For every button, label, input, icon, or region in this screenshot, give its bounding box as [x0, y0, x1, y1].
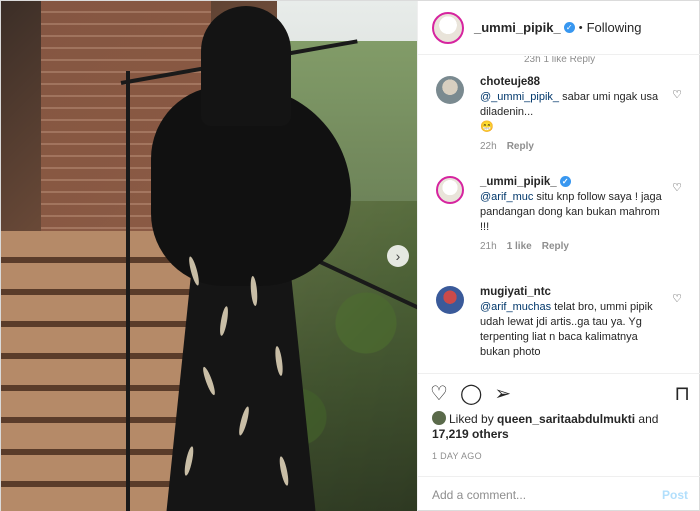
heart-icon[interactable]: ♡ [672, 88, 682, 101]
post-date[interactable]: 1 DAY AGO [432, 451, 482, 461]
post-button[interactable]: Post [662, 488, 688, 502]
separator: • [578, 21, 583, 34]
heart-icon[interactable]: ♡ [430, 381, 448, 406]
avatar[interactable] [436, 176, 464, 204]
follow-status-button[interactable]: Following [587, 20, 642, 35]
comments-list: 23h 1 like Reply choteuje88 @_ummi_pipik… [418, 56, 700, 371]
bookmark-icon[interactable]: ⊓ [674, 381, 690, 406]
action-bar: ♡ ◯ ➢ ⊓ [418, 373, 700, 413]
likes-prefix: Liked by [449, 412, 498, 426]
author-username[interactable]: _ummi_pipik_ [474, 20, 561, 35]
comment-icon[interactable]: ◯ [460, 381, 482, 406]
comment-item: mugiyati_ntc @arif_muchas telat bro, umm… [436, 286, 670, 360]
verified-badge-icon: ✓ [559, 176, 571, 187]
comment-item: _ummi_pipik_ ✓ @arif_muc situ knp follow … [436, 176, 670, 252]
instagram-post: › _ummi_pipik_ ✓ • Following 23h 1 like … [0, 0, 700, 511]
post-header: _ummi_pipik_ ✓ • Following [418, 1, 700, 55]
comment-time[interactable]: 21h [480, 241, 497, 252]
comment-username[interactable]: choteuje88 [480, 76, 670, 88]
likes-count[interactable]: 17,219 others [432, 427, 509, 441]
comment-text: @_ummi_pipik_ sabar umi ngak usa diladen… [480, 90, 670, 135]
comment-item: choteuje88 @_ummi_pipik_ sabar umi ngak … [436, 76, 670, 152]
chevron-right-icon[interactable]: › [387, 245, 409, 267]
comment-meta: 21h 1 like Reply [480, 241, 670, 252]
comment-likes[interactable]: 1 like [507, 241, 532, 252]
person-figure [151, 6, 351, 511]
avatar[interactable] [432, 11, 464, 44]
comment-meta: 22h Reply [480, 141, 670, 152]
heart-icon[interactable]: ♡ [672, 292, 682, 305]
likes-and: and [635, 412, 659, 426]
comment-username[interactable]: _ummi_pipik_ ✓ [480, 176, 670, 188]
emoji: 😁 [480, 121, 494, 133]
comment-username[interactable]: mugiyati_ntc [480, 286, 670, 298]
avatar[interactable] [436, 286, 464, 314]
verified-badge-icon: ✓ [563, 22, 575, 33]
post-photo[interactable]: › [1, 1, 417, 511]
comment-time[interactable]: 22h [480, 141, 497, 152]
comment-input[interactable] [432, 487, 662, 502]
heart-icon[interactable]: ♡ [672, 181, 682, 194]
comment-mention[interactable]: @arif_muc [480, 191, 533, 203]
comment-text: @arif_muc situ knp follow saya ! jaga pa… [480, 190, 670, 235]
share-icon[interactable]: ➢ [494, 381, 511, 406]
liked-by-user[interactable]: queen_saritaabdulmukti [497, 412, 635, 426]
comment-mention[interactable]: @arif_muchas [480, 301, 551, 313]
reply-button[interactable]: Reply [507, 141, 534, 152]
truncated-comment-meta: 23h 1 like Reply [524, 56, 596, 65]
reply-button[interactable]: Reply [542, 241, 569, 252]
likes-summary: Liked by queen_saritaabdulmukti and 17,2… [432, 411, 692, 442]
railing-post [126, 71, 130, 511]
avatar[interactable] [432, 411, 446, 425]
comment-mention[interactable]: @_ummi_pipik_ [480, 91, 559, 103]
post-sidebar: _ummi_pipik_ ✓ • Following 23h 1 like Re… [417, 1, 700, 511]
comment-text: @arif_muchas telat bro, ummi pipik udah … [480, 300, 670, 360]
avatar[interactable] [436, 76, 464, 104]
hood [201, 6, 291, 126]
add-comment-bar: Post [418, 476, 700, 511]
